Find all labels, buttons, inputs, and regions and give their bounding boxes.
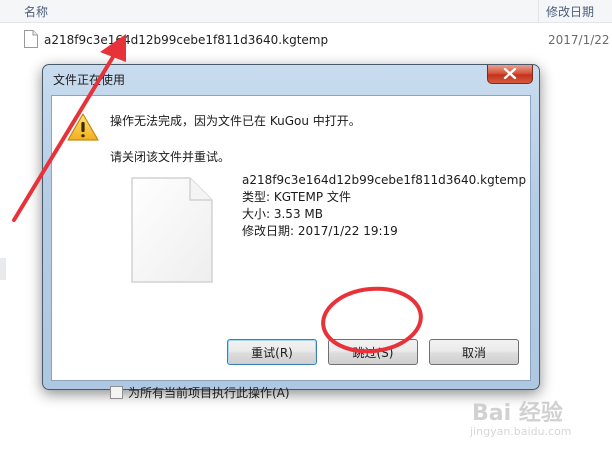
checkbox-box[interactable] (110, 386, 123, 399)
file-date: 2017/1/22 1 (548, 33, 612, 47)
large-file-icon (130, 176, 216, 289)
details-file-size: 大小: 3.53 MB (242, 207, 323, 221)
column-header-date[interactable]: 修改日期 (546, 3, 594, 20)
details-file-name: a218f9c3e164d12b99cebe1f811d3640.kgtemp (242, 173, 527, 187)
file-details: a218f9c3e164d12b99cebe1f811d3640.kgtemp … (242, 172, 526, 240)
apply-to-all-checkbox[interactable]: 为所有当前项目执行此操作(A) (110, 384, 290, 401)
dialog-body: 操作无法完成，因为文件已在 KuGou 中打开。 请关闭该文件并重试。 a218… (51, 95, 531, 400)
instruction-message: 请关闭该文件并重试。 (110, 150, 231, 164)
file-list-item[interactable]: a218f9c3e164d12b99cebe1f811d3640.kgtemp … (0, 26, 612, 54)
column-separator[interactable] (538, 0, 539, 22)
details-file-modified: 修改日期: 2017/1/22 19:19 (242, 224, 398, 238)
retry-button[interactable]: 重试(R) (227, 339, 317, 365)
details-file-type: 类型: KGTEMP 文件 (242, 190, 351, 204)
close-button[interactable] (487, 65, 533, 84)
column-header-bar: 名称 修改日期 (0, 0, 612, 23)
watermark-url: jingyan.baidu.com (470, 425, 572, 438)
close-icon (503, 68, 517, 79)
checkbox-label: 为所有当前项目执行此操作(A) (128, 386, 290, 400)
warning-icon (66, 112, 100, 145)
column-header-name[interactable]: 名称 (24, 3, 48, 20)
file-name: a218f9c3e164d12b99cebe1f811d3640.kgtemp (44, 33, 329, 47)
cancel-button[interactable]: 取消 (429, 339, 519, 365)
error-message: 操作无法完成，因为文件已在 KuGou 中打开。 (110, 114, 361, 128)
watermark-brand: Bai 经验 (472, 401, 563, 426)
scrollbar-edge[interactable] (0, 258, 6, 280)
file-in-use-dialog: 文件正在使用 操作无法完成，因为文件已在 KuGou 中打开。 请关闭该文件并重… (42, 64, 540, 400)
skip-button[interactable]: 跳过(S) (328, 339, 418, 365)
dialog-title: 文件正在使用 (53, 73, 126, 87)
file-icon (24, 30, 38, 48)
